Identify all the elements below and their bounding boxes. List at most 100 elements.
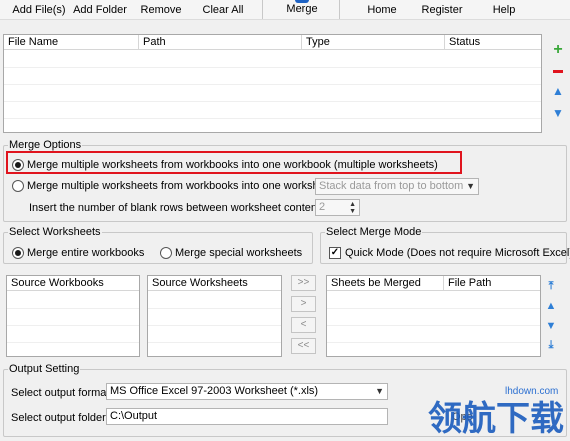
- merge-special-worksheets-radio[interactable]: Merge special worksheets: [160, 247, 302, 259]
- move-up-button[interactable]: ▲: [551, 84, 565, 98]
- file-list-header: File Name Path Type Status: [4, 35, 541, 50]
- column-header-type[interactable]: Type: [302, 35, 445, 50]
- add-files-button[interactable]: Add File(s): [10, 0, 68, 20]
- grid-line: [4, 118, 541, 119]
- select-worksheets-title: Select Worksheets: [8, 226, 102, 238]
- watermark-logo: 领航下载: [428, 399, 564, 439]
- remove-button[interactable]: Remove: [138, 0, 184, 20]
- grid-line: [148, 325, 281, 326]
- blank-rows-value: 2: [319, 201, 326, 213]
- grid-line: [7, 308, 139, 309]
- blank-rows-stepper[interactable]: 2 ▲ ▼: [315, 199, 360, 216]
- merge-entire-workbooks-radio[interactable]: Merge entire workbooks: [12, 247, 144, 259]
- watermark-site: lhdown.com: [505, 386, 559, 397]
- add-folder-label: Add Folder: [73, 4, 127, 16]
- output-folder-input[interactable]: C:\Output: [106, 408, 388, 425]
- grid-line: [4, 101, 541, 102]
- output-folder-value: C:\Output: [110, 410, 158, 422]
- merge-special-worksheets-label: Merge special worksheets: [175, 247, 303, 259]
- register-label: Register: [421, 4, 463, 16]
- blank-rows-label: Insert the number of blank rows between …: [29, 202, 326, 214]
- minus-icon: [553, 69, 563, 73]
- column-header-source-worksheets: Source Worksheets: [152, 277, 248, 289]
- arrow-up-icon: ▲: [545, 300, 557, 312]
- merge-into-worksheet-radio[interactable]: Merge multiple worksheets from workbooks…: [12, 180, 334, 192]
- column-header-source-workbooks: Source Workbooks: [11, 277, 104, 289]
- clear-all-label: Clear All: [202, 4, 244, 16]
- source-workbooks-list[interactable]: Source Workbooks: [6, 275, 140, 357]
- move-bottom-button[interactable]: ⤓: [544, 338, 558, 352]
- merge-options-title: Merge Options: [8, 139, 83, 151]
- output-format-select[interactable]: MS Office Excel 97-2003 Worksheet (*.xls…: [106, 383, 388, 400]
- column-header-file-name[interactable]: File Name: [4, 35, 139, 50]
- merge-into-worksheet-label: Merge multiple worksheets from workbooks…: [27, 180, 334, 192]
- merge-entire-workbooks-label: Merge entire workbooks: [27, 247, 145, 259]
- clear-all-button[interactable]: Clear All: [200, 0, 246, 20]
- file-list[interactable]: File Name Path Type Status: [3, 34, 542, 133]
- home-label: Home: [367, 4, 397, 16]
- highlight-annotation: [6, 151, 462, 174]
- output-format-label: Select output format:: [11, 387, 113, 399]
- move-down-button[interactable]: ▼: [551, 106, 565, 120]
- grid-line: [7, 325, 139, 326]
- arrow-down-icon: ▼: [545, 320, 557, 332]
- chevron-down-icon: ▼: [466, 181, 475, 191]
- radio-unselected-icon: [160, 247, 172, 259]
- grid-line: [148, 342, 281, 343]
- move-right-button[interactable]: >: [291, 296, 316, 312]
- radio-selected-icon: [12, 247, 24, 259]
- grid-line: [327, 308, 540, 309]
- grid-line: [148, 308, 281, 309]
- grid-line: [327, 342, 540, 343]
- arrow-down-icon: ▼: [552, 106, 564, 120]
- register-button[interactable]: Register: [418, 0, 466, 20]
- column-header-path[interactable]: Path: [139, 35, 302, 50]
- home-button[interactable]: Home: [362, 0, 402, 20]
- sheet-move-up-button[interactable]: ▲: [544, 299, 558, 313]
- stack-direction-value: Stack data from top to bottom: [319, 180, 464, 192]
- source-worksheets-header: Source Worksheets: [148, 276, 281, 291]
- column-header-sheets-merged: Sheets be Merged: [327, 276, 444, 291]
- stack-direction-select[interactable]: Stack data from top to bottom ▼: [315, 178, 479, 195]
- move-top-button[interactable]: ⤒: [544, 279, 558, 293]
- column-header-status[interactable]: Status: [445, 35, 541, 50]
- toolbar: Add File(s) Add Folder Remove Clear All …: [0, 0, 570, 20]
- move-all-left-button[interactable]: <<: [291, 338, 316, 354]
- grid-line: [327, 325, 540, 326]
- grid-line: [4, 67, 541, 68]
- chevron-down-icon: ▼: [375, 386, 384, 396]
- arrow-top-icon: ⤒: [548, 279, 554, 292]
- move-left-button[interactable]: <: [291, 317, 316, 333]
- add-folder-button[interactable]: Add Folder: [72, 0, 128, 20]
- select-merge-mode-title: Select Merge Mode: [325, 226, 423, 238]
- stepper-arrows-icon: ▲ ▼: [349, 201, 356, 215]
- add-row-button[interactable]: +: [551, 41, 565, 58]
- help-label: Help: [492, 4, 516, 16]
- sheet-move-down-button[interactable]: ▼: [544, 319, 558, 333]
- plus-icon: +: [553, 41, 563, 58]
- quick-mode-checkbox[interactable]: ✓ Quick Mode (Does not require Microsoft…: [329, 247, 570, 259]
- checkbox-checked-icon: ✓: [329, 247, 341, 259]
- source-workbooks-header: Source Workbooks: [7, 276, 139, 291]
- quick-mode-label: Quick Mode (Does not require Microsoft E…: [345, 247, 570, 259]
- merge-button[interactable]: Merge: [282, 0, 322, 20]
- column-header-file-path: File Path: [448, 277, 492, 289]
- source-worksheets-list[interactable]: Source Worksheets: [147, 275, 282, 357]
- sheets-merged-header: Sheets be Merged File Path: [327, 276, 540, 291]
- help-button[interactable]: Help: [488, 0, 520, 20]
- radio-unselected-icon: [12, 180, 24, 192]
- grid-line: [4, 84, 541, 85]
- remove-row-button[interactable]: [551, 64, 565, 78]
- toolbar-separator: [262, 0, 263, 19]
- grid-line: [7, 342, 139, 343]
- move-all-right-button[interactable]: >>: [291, 275, 316, 291]
- toolbar-separator: [339, 0, 340, 19]
- arrow-bottom-icon: ⤓: [548, 338, 554, 351]
- sheets-merged-list[interactable]: Sheets be Merged File Path: [326, 275, 541, 357]
- add-files-label: Add File(s): [12, 4, 66, 16]
- remove-label: Remove: [140, 4, 182, 16]
- output-setting-title: Output Setting: [8, 363, 81, 375]
- output-format-value: MS Office Excel 97-2003 Worksheet (*.xls…: [110, 385, 319, 397]
- arrow-up-icon: ▲: [552, 84, 564, 98]
- output-folder-label: Select output folder:: [11, 412, 109, 424]
